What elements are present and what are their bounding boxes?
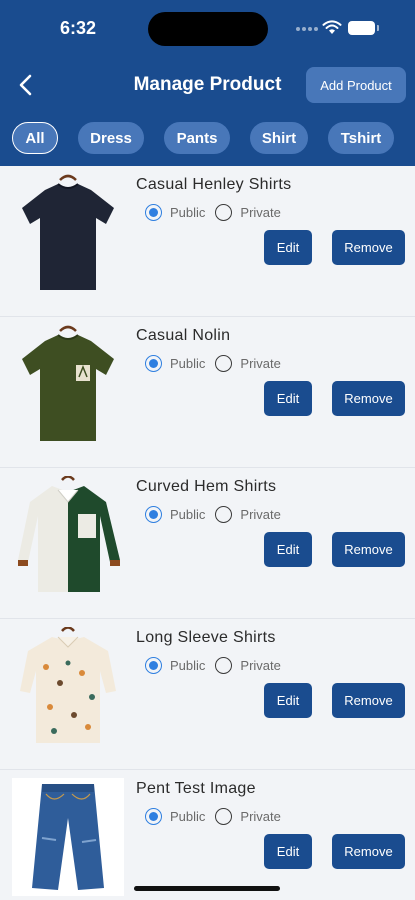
app-header: 6:32 Manage Product Add Product All Dres… [0,0,415,166]
remove-button[interactable]: Remove [332,381,405,416]
visibility-radio-group: Public Private [145,808,291,825]
private-radio[interactable] [215,355,233,372]
remove-button[interactable]: Remove [332,834,405,869]
product-name: Pent Test Image [136,780,256,797]
private-label: Private [240,658,281,673]
product-image-colorblock-shirt [18,476,120,592]
private-radio[interactable] [215,657,233,674]
product-image-navy-tshirt [22,174,114,290]
product-name: Casual Nolin [136,327,231,344]
edit-button[interactable]: Edit [264,683,312,718]
filter-chip-shirt[interactable]: Shirt [250,122,308,154]
dynamic-island [148,12,268,46]
product-image-olive-tshirt [22,325,114,441]
public-radio[interactable] [145,506,162,523]
product-row: Curved Hem Shirts Public Private Edit Re… [0,468,415,619]
cellular-signal-icon [296,27,318,31]
edit-button[interactable]: Edit [264,532,312,567]
add-product-button[interactable]: Add Product [306,67,406,103]
status-time: 6:32 [60,18,97,38]
product-row: Casual Henley Shirts Public Private Edit… [0,166,415,317]
remove-button[interactable]: Remove [332,683,405,718]
nav-bar: Manage Product Add Product [0,62,415,108]
product-name: Curved Hem Shirts [136,478,277,495]
public-label: Public [170,507,206,522]
private-radio[interactable] [215,808,233,825]
public-label: Public [170,356,206,371]
private-label: Private [240,809,281,824]
visibility-radio-group: Public Private [145,355,291,372]
product-row: Long Sleeve Shirts Public Private Edit R… [0,619,415,770]
edit-button[interactable]: Edit [264,381,312,416]
visibility-radio-group: Public Private [145,657,291,674]
public-label: Public [170,658,206,673]
public-label: Public [170,809,206,824]
product-list[interactable]: Casual Henley Shirts Public Private Edit… [0,166,415,900]
product-image-printed-shirt [20,627,116,743]
private-label: Private [240,356,281,371]
public-radio[interactable] [145,355,162,372]
private-label: Private [240,205,281,220]
private-radio[interactable] [215,204,233,221]
battery-icon [348,21,379,35]
product-row: Casual Nolin Public Private Edit Remove [0,317,415,468]
home-indicator [134,886,280,891]
product-name: Long Sleeve Shirts [136,629,276,646]
private-radio[interactable] [215,506,233,523]
remove-button[interactable]: Remove [332,230,405,265]
product-name: Casual Henley Shirts [136,176,292,193]
product-image-blue-jeans [12,778,124,896]
product-row: Pent Test Image Public Private Edit Remo… [0,770,415,900]
public-radio[interactable] [145,657,162,674]
edit-button[interactable]: Edit [264,230,312,265]
visibility-radio-group: Public Private [145,506,291,523]
remove-button[interactable]: Remove [332,532,405,567]
wifi-icon [322,20,342,34]
filter-chip-all[interactable]: All [12,122,58,154]
filter-chip-pants[interactable]: Pants [164,122,230,154]
public-label: Public [170,205,206,220]
filter-chip-tshirt[interactable]: Tshirt [328,122,394,154]
public-radio[interactable] [145,204,162,221]
visibility-radio-group: Public Private [145,204,291,221]
edit-button[interactable]: Edit [264,834,312,869]
public-radio[interactable] [145,808,162,825]
status-bar: 6:32 [0,0,415,56]
category-filter-bar: All Dress Pants Shirt Tshirt [12,122,394,154]
filter-chip-dress[interactable]: Dress [78,122,144,154]
private-label: Private [240,507,281,522]
